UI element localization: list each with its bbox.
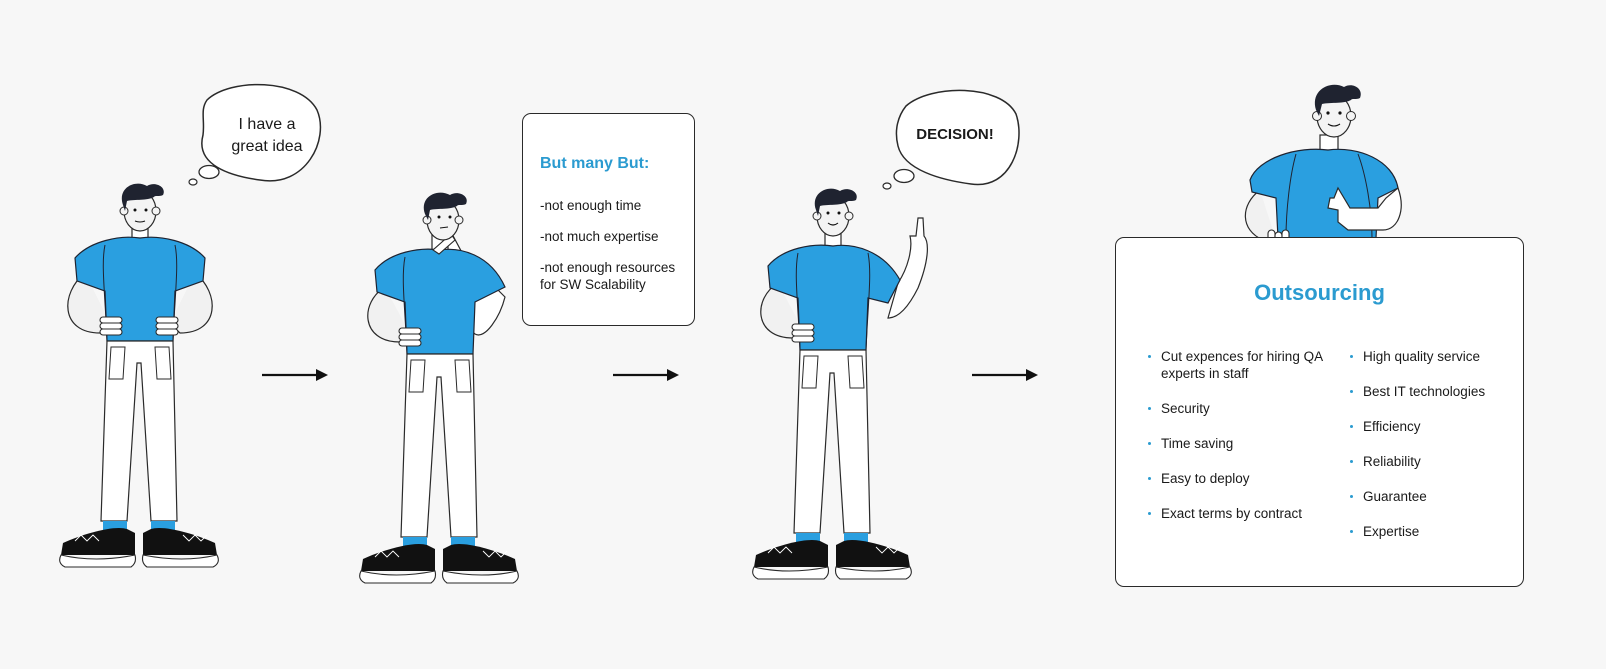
right-hand [155,316,179,336]
pants [400,353,478,538]
benefit-item: Efficiency [1350,418,1520,435]
obstacle-item: -not enough resources for SW Scalability [540,260,676,292]
thought-text-2: DECISION! [916,126,994,143]
bullet-icon [1148,355,1151,358]
person-hands-on-hips [59,183,219,568]
arrow-right-icon [262,369,328,381]
right-shoe [443,543,517,571]
benefit-item: Exact terms by contract [1148,505,1323,522]
obstacles-list: -not enough time -not much expertise -no… [540,197,690,307]
outsourcing-title: Outsourcing [1254,280,1385,305]
obstacle-item: -not much expertise [540,229,659,244]
bullet-icon [1350,425,1353,428]
arrow-right-icon [972,369,1038,381]
left-shoe [361,543,435,571]
thought-text-1: I have a great idea [231,116,303,155]
outsourcing-card: Outsourcing Cut expences for hiring QA e… [1115,237,1524,587]
bullet-icon [1148,442,1151,445]
benefit-item: Security [1148,400,1323,417]
person-finger-up [752,188,928,580]
pants [793,349,871,534]
left-shoe [754,539,828,567]
person-thumbs-up [1244,84,1402,255]
obstacles-title: But many But: [540,155,650,172]
pants [100,340,178,522]
benefit-item: Time saving [1148,435,1323,452]
bullet-icon [1148,512,1151,515]
bullet-icon [1350,530,1353,533]
obstacle-item: -not enough time [540,198,642,213]
left-hand [99,316,123,336]
right-shoe [143,527,217,555]
left-hand [398,327,422,347]
bullet-icon [1350,460,1353,463]
bullet-icon [1148,407,1151,410]
benefit-item: Expertise [1350,523,1520,540]
right-shoe [836,539,910,567]
benefit-item: High quality service [1350,348,1520,365]
benefit-item: Cut expences for hiring QA experts in st… [1148,348,1323,382]
benefit-item: Reliability [1350,453,1520,470]
bullet-icon [1350,355,1353,358]
benefit-item: Easy to deploy [1148,470,1323,487]
bullet-icon [1148,477,1151,480]
obstacles-card: But many But: -not enough time -not much… [522,113,695,326]
bullet-icon [1350,495,1353,498]
benefits-list-right: High quality service Best IT technologie… [1350,348,1520,558]
right-arm-raised [887,217,928,319]
benefit-item: Guarantee [1350,488,1520,505]
bullet-icon [1350,390,1353,393]
benefits-list-left: Cut expences for hiring QA experts in st… [1148,348,1323,540]
left-shoe [61,527,135,555]
left-hand [791,323,815,343]
arrow-right-icon [613,369,679,381]
benefit-item: Best IT technologies [1350,383,1520,400]
person-thinking [359,192,519,584]
